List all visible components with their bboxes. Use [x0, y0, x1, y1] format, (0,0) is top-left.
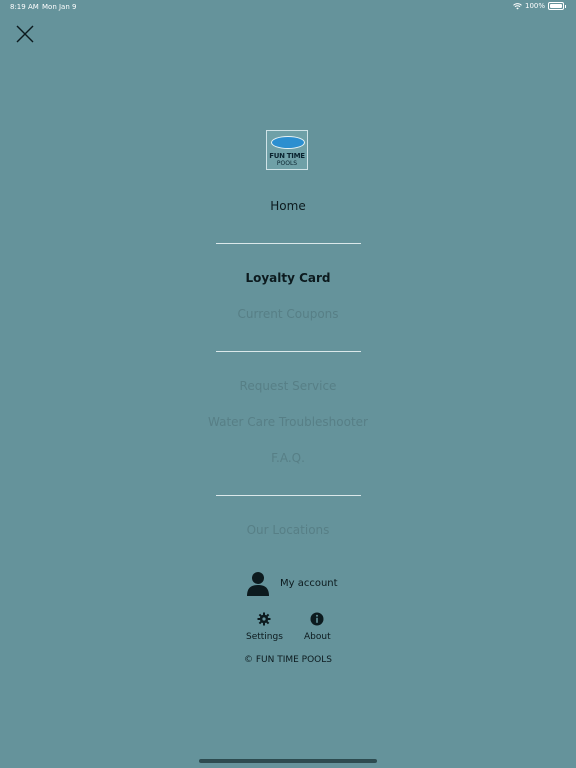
gear-icon	[257, 612, 271, 626]
info-icon	[310, 612, 324, 626]
battery-tip	[565, 4, 566, 8]
status-bar: 8:19 AM Mon Jan 9 100%	[0, 0, 576, 14]
about-button[interactable]: About	[304, 612, 331, 642]
close-icon	[16, 25, 34, 43]
brand-logo: FUN TIME POOLS	[266, 130, 308, 170]
logo-line2: POOLS	[276, 160, 298, 167]
status-indicators: 100%	[513, 2, 566, 10]
home-indicator[interactable]	[199, 759, 377, 763]
menu-item-our-locations[interactable]: Our Locations	[0, 523, 576, 537]
status-time: 8:19 AM	[10, 3, 39, 11]
user-icon	[247, 572, 269, 596]
menu-item-loyalty-card[interactable]: Loyalty Card	[0, 271, 576, 285]
logo-line1: FUN TIME	[269, 152, 305, 160]
menu-divider	[216, 351, 361, 352]
menu-item-current-coupons[interactable]: Current Coupons	[0, 307, 576, 321]
my-account-button[interactable]: My account	[246, 570, 338, 596]
status-date: Mon Jan 9	[42, 3, 77, 11]
settings-label: Settings	[246, 632, 283, 642]
about-label: About	[304, 632, 331, 642]
battery-icon	[548, 2, 564, 10]
close-button[interactable]	[14, 23, 36, 45]
menu-item-water-care-troubleshooter[interactable]: Water Care Troubleshooter	[0, 415, 576, 429]
copyright-text: © FUN TIME POOLS	[243, 655, 332, 665]
battery-percent: 100%	[524, 2, 545, 10]
menu-item-request-service[interactable]: Request Service	[0, 379, 576, 393]
wifi-icon	[513, 2, 522, 9]
menu-item-faq[interactable]: F.A.Q.	[0, 451, 576, 465]
menu-divider	[216, 495, 361, 496]
menu-item-home[interactable]: Home	[0, 199, 576, 213]
pool-graphic	[271, 136, 305, 149]
menu-divider	[216, 243, 361, 244]
settings-button[interactable]: Settings	[246, 612, 283, 642]
my-account-label: My account	[280, 577, 338, 589]
